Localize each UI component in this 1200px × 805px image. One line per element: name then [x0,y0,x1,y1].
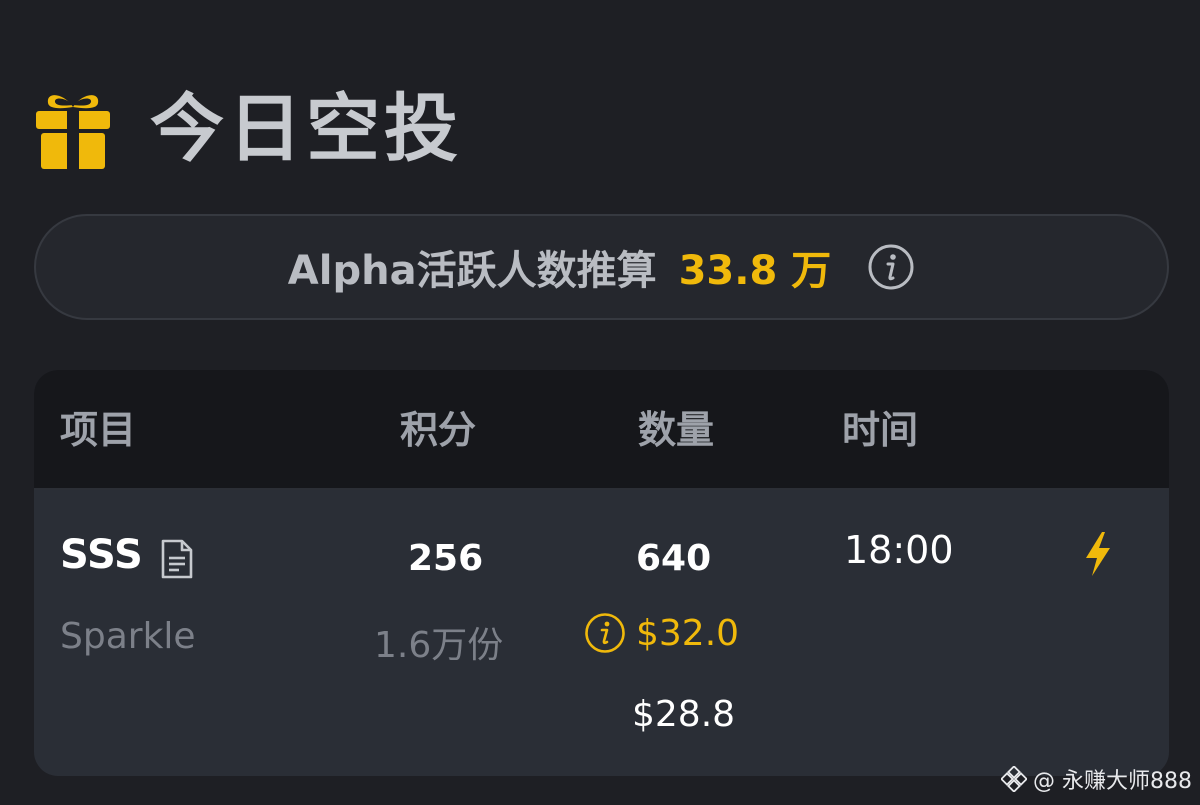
watermark: @ 永赚大师888 [1001,763,1192,795]
table-header: 项目 积分 数量 时间 [34,370,1169,490]
info-circle-icon[interactable] [867,243,915,291]
info-circle-icon[interactable] [584,612,626,654]
lightning-icon [1086,532,1110,576]
airdrop-table: 项目 积分 数量 时间 SSS Sparkle 256 1.6万份 640 $3… [34,370,1169,776]
page-header: 今日空投 [34,88,462,170]
page-title: 今日空投 [150,86,462,172]
column-header-points: 积分 [400,408,477,452]
table-row[interactable]: SSS Sparkle 256 1.6万份 640 $32.0 $28.8 18… [34,490,1169,776]
amount-value: 640 [636,538,712,579]
token-symbol: SSS [60,532,143,578]
token-name: Sparkle [60,616,196,657]
column-header-time: 时间 [842,408,919,452]
column-header-amount: 数量 [638,408,715,452]
gift-icon [36,95,110,169]
watermark-text: @ 永赚大师888 [1033,769,1192,794]
binance-logo-icon [1001,766,1027,792]
active-users-value: 33.8 万 [678,248,832,294]
value-row: $32.0 [584,612,739,654]
column-header-project: 项目 [60,408,137,452]
active-users-banner: Alpha活跃人数推算 33.8 万 [34,214,1169,320]
document-icon[interactable] [160,538,194,580]
shares-value: 1.6万份 [374,625,504,666]
active-users-label: Alpha活跃人数推算 [287,248,657,294]
time-value: 18:00 [844,528,954,572]
price-usd: $28.8 [632,694,736,735]
points-value: 256 [408,538,484,579]
value-usd: $32.0 [636,612,740,654]
